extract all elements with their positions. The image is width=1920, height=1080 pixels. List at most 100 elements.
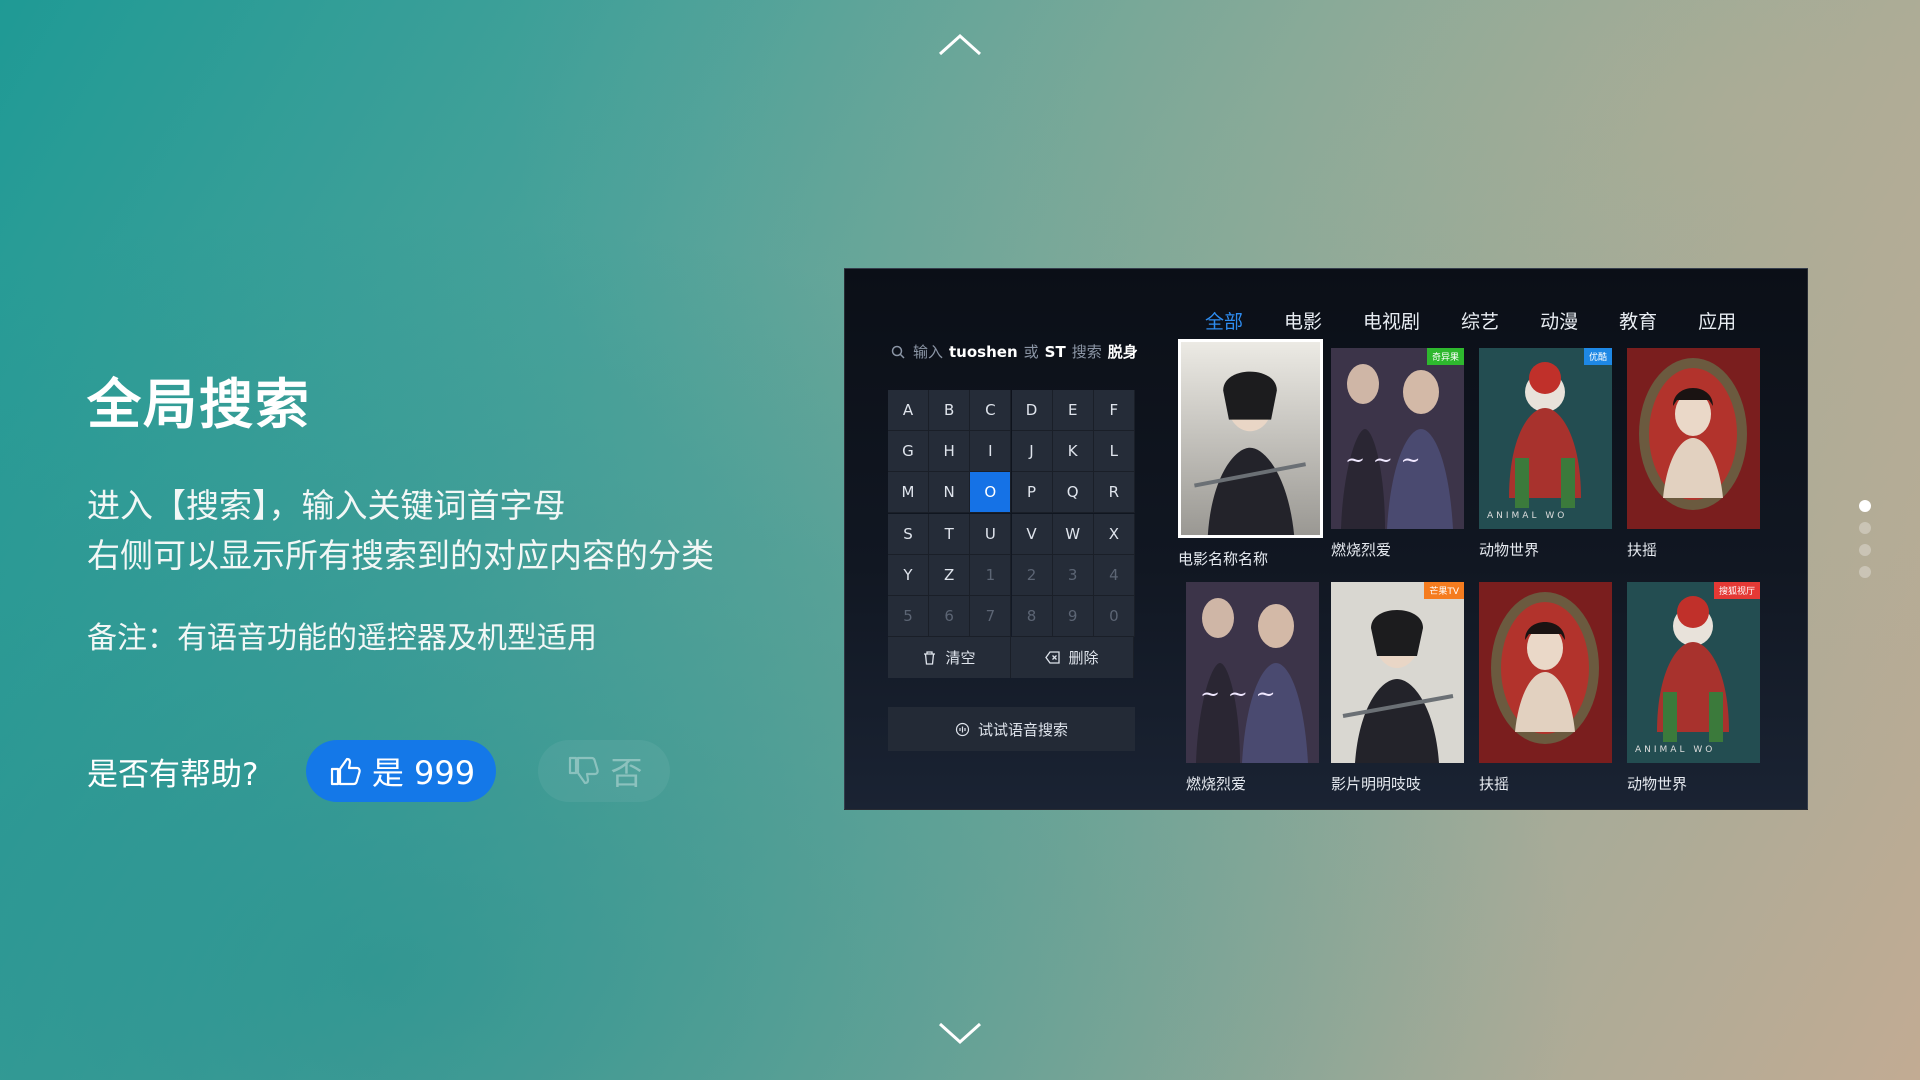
clear-button[interactable]: 清空 [888, 637, 1011, 679]
page-dot-1[interactable] [1859, 500, 1871, 512]
tab-anime[interactable]: 动漫 [1540, 307, 1578, 334]
key-o[interactable]: O [970, 472, 1012, 514]
tab-all[interactable]: 全部 [1205, 307, 1243, 334]
key-p[interactable]: P [1011, 472, 1053, 514]
key-c[interactable]: C [970, 390, 1012, 431]
poster-card-2[interactable]: ~ ~ ~ 奇异果 燃烧烈爱 [1331, 348, 1464, 560]
clear-label: 清空 [945, 649, 976, 668]
svg-text:~ ~ ~: ~ ~ ~ [1345, 446, 1421, 474]
key-0[interactable]: 0 [1093, 595, 1135, 637]
key-v[interactable]: V [1011, 513, 1053, 555]
key-4[interactable]: 4 [1093, 554, 1135, 596]
poster-title-7: 扶摇 [1479, 775, 1510, 793]
key-m[interactable]: M [888, 472, 929, 514]
poster-card-4[interactable]: 扶摇 [1627, 348, 1760, 560]
page-dot-2[interactable] [1859, 522, 1871, 534]
helpful-no-button[interactable]: 否 [538, 740, 671, 802]
key-2[interactable]: 2 [1011, 554, 1053, 596]
delete-label: 删除 [1068, 649, 1099, 668]
key-8[interactable]: 8 [1011, 595, 1053, 637]
poster-card-8[interactable]: ANIMAL WO 搜狐视厅 动物世界 [1627, 582, 1760, 794]
poster-card-7[interactable]: 扶摇 [1479, 582, 1612, 794]
svg-text:ANIMAL WO: ANIMAL WO [1635, 745, 1715, 755]
poster-card-5[interactable]: ~ ~ ~ 燃烧烈爱 [1186, 582, 1319, 794]
source-badge-6: 芒果TV [1424, 582, 1464, 599]
description-line-2: 右侧可以显示所有搜索到的对应内容的分类 [87, 536, 714, 575]
helpful-yes-button[interactable]: 是 999 [306, 740, 497, 802]
key-t[interactable]: T [929, 513, 971, 555]
key-i[interactable]: I [970, 431, 1012, 473]
key-3[interactable]: 3 [1052, 554, 1094, 596]
poster-image-1 [1178, 339, 1323, 538]
search-hint: 输入 tuoshen 或 ST 搜索 脱身 [891, 341, 1144, 362]
poster-title-8: 动物世界 [1627, 775, 1688, 793]
search-icon [891, 345, 905, 359]
chevron-up-icon[interactable] [936, 30, 984, 58]
helpful-yes-label: 是 999 [371, 754, 476, 792]
key-g[interactable]: G [888, 431, 929, 473]
feature-note: 备注：有语音功能的遥控器及机型适用 [87, 621, 597, 656]
source-badge-8: 搜狐视厅 [1713, 582, 1760, 599]
voice-search-label: 试试语音搜索 [977, 720, 1068, 739]
key-h[interactable]: H [929, 431, 971, 473]
description-line-1: 进入【搜索】，输入关键词首字母 [87, 486, 566, 525]
key-e[interactable]: E [1052, 390, 1094, 431]
key-j[interactable]: J [1011, 431, 1053, 473]
key-5[interactable]: 5 [888, 595, 929, 637]
key-a[interactable]: A [888, 390, 929, 431]
svg-text:ANIMAL WO: ANIMAL WO [1487, 511, 1567, 521]
key-r[interactable]: R [1093, 472, 1135, 514]
key-w[interactable]: W [1052, 513, 1094, 555]
page-indicator [1859, 500, 1871, 588]
search-hint-text-1: 输入 [913, 343, 944, 361]
voice-search-button[interactable]: 试试语音搜索 [888, 707, 1135, 751]
key-1[interactable]: 1 [970, 554, 1012, 596]
trash-icon [924, 651, 936, 665]
key-7[interactable]: 7 [970, 595, 1012, 637]
search-target: 脱身 [1107, 343, 1138, 361]
poster-card-6[interactable]: 芒果TV 影片明明吱吱 [1331, 582, 1464, 794]
tab-tv-series[interactable]: 电视剧 [1363, 307, 1420, 334]
tab-education[interactable]: 教育 [1619, 307, 1657, 334]
tab-movie[interactable]: 电影 [1284, 307, 1322, 334]
helpful-no-label: 否 [610, 754, 643, 792]
key-f[interactable]: F [1093, 390, 1135, 431]
poster-image-7 [1479, 582, 1612, 763]
page-dot-4[interactable] [1859, 566, 1871, 578]
key-z[interactable]: Z [929, 554, 971, 596]
key-k[interactable]: K [1052, 431, 1094, 473]
tv-search-screenshot: 全部 电影 电视剧 综艺 动漫 教育 应用 输入 tuoshen 或 ST 搜索… [844, 268, 1808, 810]
key-d[interactable]: D [1011, 390, 1053, 431]
thumbs-up-icon [328, 754, 362, 788]
thumbs-down-icon [566, 754, 600, 788]
page-title: 全局搜索 [87, 373, 311, 436]
key-l[interactable]: L [1093, 431, 1135, 473]
tab-apps[interactable]: 应用 [1698, 307, 1736, 334]
source-badge-2: 奇异果 [1426, 348, 1464, 365]
key-q[interactable]: Q [1052, 472, 1094, 514]
poster-image-8: ANIMAL WO 搜狐视厅 [1627, 582, 1760, 763]
poster-image-5: ~ ~ ~ [1186, 582, 1319, 763]
poster-card-3[interactable]: ANIMAL WO 优酷 动物世界 [1479, 348, 1612, 560]
key-u[interactable]: U [970, 513, 1012, 555]
poster-title-4: 扶摇 [1627, 541, 1658, 559]
poster-title-6: 影片明明吱吱 [1331, 775, 1422, 793]
key-s[interactable]: S [888, 513, 929, 555]
search-hint-or: 或 [1023, 343, 1039, 361]
key-n[interactable]: N [929, 472, 971, 514]
backspace-icon [1045, 651, 1061, 664]
poster-card-1[interactable]: 电影名称名称 [1178, 339, 1323, 569]
key-x[interactable]: X [1093, 513, 1135, 555]
key-9[interactable]: 9 [1052, 595, 1094, 637]
poster-title-3: 动物世界 [1479, 541, 1540, 559]
tab-variety[interactable]: 综艺 [1461, 307, 1499, 334]
category-tabs: 全部 电影 电视剧 综艺 动漫 教育 应用 [1205, 307, 1777, 334]
chevron-down-icon[interactable] [936, 1020, 984, 1048]
page-dot-3[interactable] [1859, 544, 1871, 556]
key-b[interactable]: B [929, 390, 971, 431]
key-6[interactable]: 6 [929, 595, 971, 637]
feedback-question: 是否有帮助? [87, 756, 259, 793]
key-y[interactable]: Y [888, 554, 929, 596]
delete-button[interactable]: 删除 [1011, 637, 1134, 679]
feedback-bar: 是否有帮助? 是 999 否 [87, 740, 671, 802]
